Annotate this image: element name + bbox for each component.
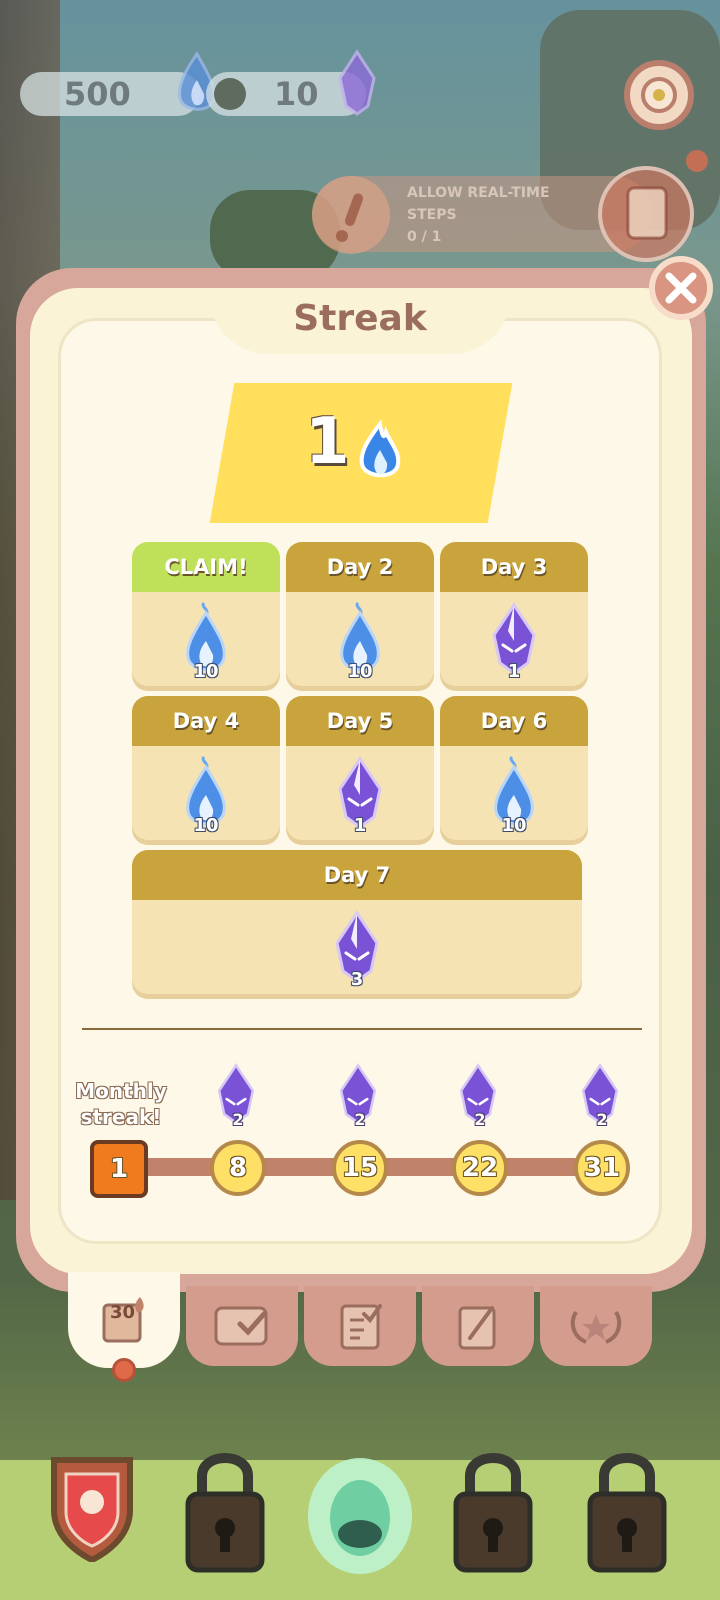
reward-count: 3 [350,969,364,990]
scroll-icon [626,186,668,240]
tab-tasks[interactable] [304,1286,416,1366]
quest-alert-icon [312,176,390,254]
tab-journal[interactable] [186,1286,298,1366]
panel-title: Streak [293,298,427,339]
milestone-reward-count: 2 [474,1110,486,1129]
tab-challenges[interactable] [422,1286,534,1366]
blue-flame-icon [359,420,401,478]
streak-count: 1 [305,405,350,479]
settings-button[interactable] [624,60,694,130]
reward-count: 10 [347,661,373,682]
crest-shield-icon[interactable] [44,1450,140,1562]
notification-dot [686,150,708,172]
book-check-icon [214,1306,268,1346]
padlock-icon[interactable] [450,1446,536,1576]
laurel-star-icon [570,1310,622,1344]
reward-card-day-5: Day 5 1 [286,696,434,840]
add-gems-icon[interactable] [214,78,246,110]
milestone-day-15: 15 [332,1140,388,1196]
flames-counter: 500 [20,51,216,116]
section-divider [82,1028,642,1030]
document-pen-icon [458,1306,496,1350]
reward-card-day-2: Day 2 10 [286,542,434,686]
day-label: Day 3 [440,542,588,592]
reward-card-day-1[interactable]: CLAIM! 10 [132,542,280,686]
tab-achievements[interactable] [540,1286,652,1366]
milestone-reward-count: 2 [596,1110,608,1129]
padlock-icon[interactable] [182,1446,268,1576]
reward-card-day-7: Day 7 3 [132,850,582,994]
reward-count: 10 [193,661,219,682]
monthly-streak-label: Monthly streak! [66,1078,176,1130]
reward-count: 1 [353,815,367,836]
current-day-marker: 1 [90,1140,148,1198]
close-icon [665,272,697,304]
milestone-reward-count: 2 [232,1110,244,1129]
quest-progress: 0 / 1 [407,229,442,245]
reward-count: 1 [507,661,521,682]
quest-title-line2: STEPS [407,207,457,223]
gems-value: 10 [274,75,319,113]
reward-card-day-6: Day 6 10 [440,696,588,840]
quest-scroll-button[interactable] [598,166,694,262]
close-button[interactable] [649,256,713,320]
notification-dot [112,1358,136,1382]
checklist-icon [340,1304,382,1350]
day-label: Day 4 [132,696,280,746]
reward-count: 10 [501,815,527,836]
monthly-label-line1: Monthly [75,1079,167,1103]
flames-value: 500 [64,75,131,113]
reward-count: 10 [193,815,219,836]
spirit-egg-icon[interactable] [304,1446,416,1576]
reward-card-day-4: Day 4 10 [132,696,280,840]
gear-icon [641,77,677,113]
day-label: Day 6 [440,696,588,746]
calendar-day-label: 30 [110,1302,136,1323]
day-label: Day 5 [286,696,434,746]
monthly-label-line2: streak! [80,1105,162,1129]
day-label: Day 7 [132,850,582,900]
milestone-reward-count: 2 [354,1110,366,1129]
tab-streak[interactable]: 30 [68,1272,180,1368]
purple-gem-icon [338,49,376,116]
reward-card-day-3: Day 3 1 [440,542,588,686]
quest-title-line1: ALLOW REAL-TIME [407,185,550,201]
milestone-day-31: 31 [574,1140,630,1196]
gems-counter: 10 [206,49,376,116]
milestone-day-22: 22 [452,1140,508,1196]
padlock-icon[interactable] [584,1446,670,1576]
day-label: Day 2 [286,542,434,592]
milestone-day-8: 8 [210,1140,266,1196]
claim-label[interactable]: CLAIM! [132,542,280,592]
